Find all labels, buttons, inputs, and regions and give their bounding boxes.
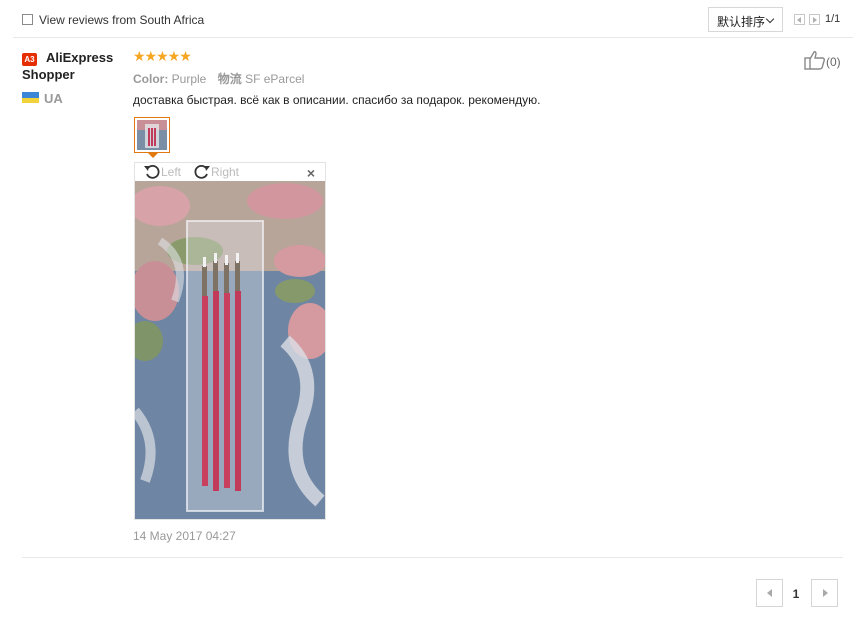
sort-dropdown-label: 默认排序 — [717, 15, 766, 29]
reviewer-level-badge: A3 — [22, 53, 37, 66]
star-rating: ★★★★★ — [133, 49, 192, 65]
rotate-left-button[interactable]: Left — [143, 163, 181, 181]
review-text: доставка быстрая. всё как в описании. сп… — [133, 93, 541, 107]
reviewer-name: AliExpress Shopper — [22, 50, 114, 82]
country-filter-label[interactable]: View reviews from South Africa — [39, 13, 204, 27]
review-date: 14 May 2017 04:27 — [133, 529, 236, 543]
shipping-attr-key: 物流 — [217, 72, 242, 86]
review-filter-bar: View reviews from South Africa 默认排序 1/1 — [13, 1, 853, 38]
rotate-left-icon — [144, 164, 160, 179]
prev-page-button[interactable] — [756, 579, 783, 607]
next-page-mini-button[interactable] — [809, 14, 820, 25]
prev-page-icon — [767, 589, 772, 597]
page-number-current[interactable]: 1 — [787, 587, 805, 601]
rotate-left-label: Left — [161, 165, 182, 179]
order-attributes: Color: Purple 物流 SF eParcel — [133, 70, 304, 87]
photo-viewer-toolbar: Left Right × — [135, 163, 325, 181]
thumbnail-image — [137, 120, 167, 150]
prev-page-mini-button[interactable] — [794, 14, 805, 25]
rotate-right-label: Right — [211, 165, 240, 179]
color-attr-key: Color: — [133, 72, 169, 86]
thumbnail-pointer — [148, 153, 158, 158]
rotate-right-button[interactable]: Right — [193, 163, 239, 181]
review-photo — [135, 181, 325, 519]
close-icon[interactable]: × — [307, 164, 315, 182]
shipping-attr-value: SF eParcel — [245, 72, 305, 86]
review-photo-thumbnail[interactable] — [134, 117, 170, 153]
country-filter-checkbox[interactable] — [22, 14, 33, 25]
page-indicator: 1/1 — [825, 13, 841, 25]
sort-dropdown[interactable]: 默认排序 — [708, 7, 783, 32]
prev-page-icon — [797, 17, 801, 23]
thumbs-up-icon — [804, 51, 826, 70]
chevron-down-icon — [765, 14, 775, 24]
reviewer-country: UA — [44, 91, 63, 106]
next-page-icon — [813, 17, 817, 23]
helpful-button[interactable]: (0) — [804, 50, 841, 70]
rotate-right-icon — [194, 164, 210, 179]
color-attr-value: Purple — [171, 72, 207, 86]
next-page-button[interactable] — [811, 579, 838, 607]
helpful-count: (0) — [826, 55, 841, 69]
flag-ua-icon — [22, 92, 39, 103]
photo-viewer: Left Right × — [134, 162, 326, 520]
next-page-icon — [823, 589, 828, 597]
review-divider — [22, 557, 843, 558]
